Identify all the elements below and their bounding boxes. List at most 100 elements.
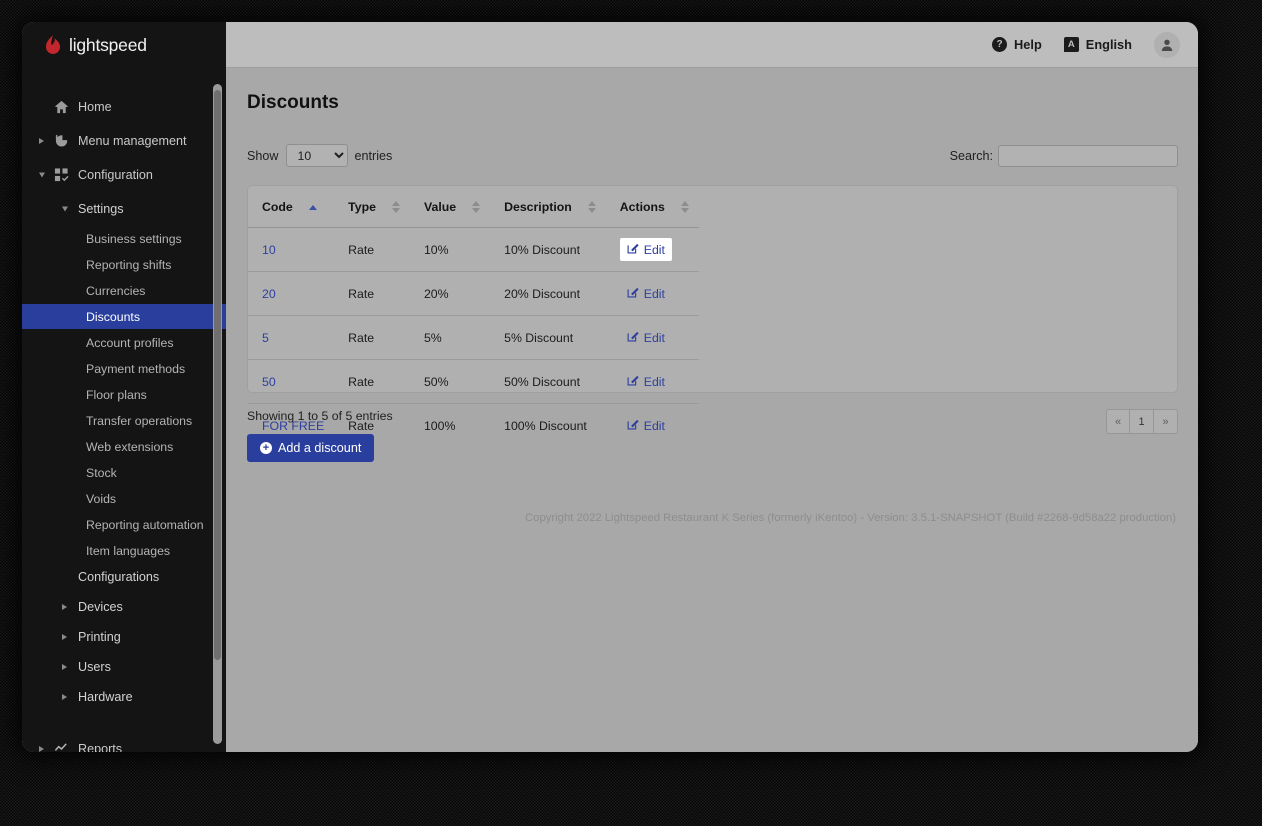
sidebar-item-hardware[interactable]: Hardware <box>22 684 226 709</box>
sidebar-item-reporting-automation[interactable]: Reporting automation <box>22 512 226 537</box>
cell-actions: Edit <box>605 359 699 404</box>
sidebar-item-business-settings[interactable]: Business settings <box>22 226 226 251</box>
search-input[interactable] <box>998 144 1178 167</box>
cell-description: 50% Discount <box>490 359 606 404</box>
sidebar-item-devices[interactable]: Devices <box>22 594 226 619</box>
configuration-grid-icon <box>54 167 69 182</box>
sidebar-item-home[interactable]: Home <box>22 94 226 119</box>
table-row: 10 Rate 10% 10% Discount Edit <box>248 227 699 272</box>
top-bar: ? Help A English <box>226 22 1198 68</box>
sidebar-item-reporting-shifts[interactable]: Reporting shifts <box>22 252 226 277</box>
sort-toggle-icon <box>472 201 481 213</box>
help-label: Help <box>1014 37 1042 52</box>
sidebar-item-printing[interactable]: Printing <box>22 624 226 649</box>
sidebar-item-label: Menu management <box>78 133 187 148</box>
discount-code-link[interactable]: 20 <box>262 287 276 301</box>
discounts-table: Code Type Value Description Actions 10 Rate 10… <box>248 186 699 447</box>
sidebar-item-menu-management[interactable]: Menu management <box>22 128 226 153</box>
sidebar-item-label: Account profiles <box>86 335 174 350</box>
edit-button[interactable]: Edit <box>620 326 672 349</box>
discount-code-link[interactable]: 50 <box>262 375 276 389</box>
discount-code-link[interactable]: 5 <box>262 331 269 345</box>
menu-management-icon <box>54 133 69 148</box>
cell-value: 20% <box>409 271 491 316</box>
sidebar-item-reports[interactable]: Reports <box>22 736 226 752</box>
sidebar-item-label: Stock <box>86 465 117 480</box>
sidebar-scrollbar-thumb[interactable] <box>214 90 221 660</box>
search-label: Search: <box>949 148 993 163</box>
cell-type: Rate <box>334 315 410 360</box>
column-header-value[interactable]: Value <box>409 186 491 228</box>
sidebar-item-label: Settings <box>78 201 124 216</box>
entries-label: entries <box>354 148 393 163</box>
main-area: ? Help A English Discounts Show 10255010… <box>226 22 1198 752</box>
sidebar-scrollbar[interactable] <box>213 84 222 744</box>
chevron-right-icon <box>62 693 67 700</box>
user-avatar-button[interactable] <box>1154 31 1180 58</box>
sidebar-item-item-languages[interactable]: Item languages <box>22 538 226 563</box>
sidebar-item-currencies[interactable]: Currencies <box>22 278 226 303</box>
discount-code-link[interactable]: 10 <box>262 243 276 257</box>
language-selector[interactable]: A English <box>1063 37 1132 52</box>
sidebar-item-floor-plans[interactable]: Floor plans <box>22 382 226 407</box>
column-header-label: Value <box>423 200 457 214</box>
sidebar-item-label: Printing <box>78 629 121 644</box>
discounts-table-panel: Code Type Value Description Actions 10 Rate 10… <box>247 185 1178 433</box>
sidebar-item-label: Home <box>78 99 112 114</box>
reports-chart-icon <box>54 741 69 752</box>
edit-button[interactable]: Edit <box>620 370 672 393</box>
sidebar-item-label: Item languages <box>86 543 171 558</box>
edit-label: Edit <box>643 286 665 301</box>
edit-label: Edit <box>643 418 665 433</box>
sidebar-item-voids[interactable]: Voids <box>22 486 226 511</box>
column-header-code[interactable]: Code <box>248 186 335 228</box>
column-header-actions[interactable]: Actions <box>605 186 699 228</box>
pagination-next-button[interactable]: » <box>1154 409 1178 434</box>
sidebar-item-label: Reports <box>78 741 123 753</box>
sidebar-item-configurations[interactable]: Configurations <box>22 564 226 589</box>
column-header-type[interactable]: Type <box>334 186 410 228</box>
sidebar-item-transfer-operations[interactable]: Transfer operations <box>22 408 226 433</box>
sidebar-item-payment-methods[interactable]: Payment methods <box>22 356 226 381</box>
sort-ascending-icon <box>308 204 317 210</box>
cell-description: 10% Discount <box>490 227 606 272</box>
column-header-description[interactable]: Description <box>490 186 606 228</box>
chevron-right-icon <box>62 633 67 640</box>
column-header-label: Description <box>504 200 572 214</box>
edit-label: Edit <box>643 242 665 257</box>
edit-label: Edit <box>643 374 665 389</box>
sidebar-item-label: Currencies <box>86 283 146 298</box>
sidebar-item-stock[interactable]: Stock <box>22 460 226 485</box>
show-entries-control: Show 102550100 entries <box>247 144 392 167</box>
brand-logo[interactable]: lightspeed <box>22 22 226 68</box>
table-footer: Showing 1 to 5 of 5 entries + Add a disc… <box>247 409 1178 462</box>
sidebar-item-settings[interactable]: Settings <box>22 196 226 221</box>
cell-type: Rate <box>334 271 410 316</box>
page-length-select[interactable]: 102550100 <box>285 144 348 167</box>
pagination-page-1[interactable]: 1 <box>1130 409 1154 434</box>
edit-button[interactable]: Edit <box>620 414 672 437</box>
pagination-prev-button[interactable]: « <box>1106 409 1130 434</box>
edit-button[interactable]: Edit <box>620 282 672 305</box>
user-avatar-icon <box>1161 39 1173 51</box>
sidebar-item-web-extensions[interactable]: Web extensions <box>22 434 226 459</box>
sidebar-item-configuration[interactable]: Configuration <box>22 162 226 187</box>
page-title: Discounts <box>247 92 339 113</box>
help-button[interactable]: ? Help <box>992 37 1042 52</box>
cell-type: Rate <box>334 227 410 272</box>
add-discount-button[interactable]: + Add a discount <box>247 434 375 462</box>
sidebar-item-users[interactable]: Users <box>22 654 226 679</box>
language-label: English <box>1085 37 1132 52</box>
sidebar-item-label: Reporting shifts <box>86 257 172 272</box>
edit-button[interactable]: Edit <box>619 238 672 261</box>
edit-pencil-icon <box>627 374 639 389</box>
sidebar-item-label: Users <box>78 659 111 674</box>
sidebar-item-label: Transfer operations <box>86 413 193 428</box>
sidebar-item-discounts[interactable]: Discounts <box>22 304 226 329</box>
pagination: « 1 » <box>1106 409 1178 434</box>
edit-pencil-icon <box>627 242 639 257</box>
plus-circle-icon: + <box>260 442 272 454</box>
sort-toggle-icon <box>391 201 400 213</box>
sidebar-item-account-profiles[interactable]: Account profiles <box>22 330 226 355</box>
cell-actions: Edit <box>605 315 699 360</box>
